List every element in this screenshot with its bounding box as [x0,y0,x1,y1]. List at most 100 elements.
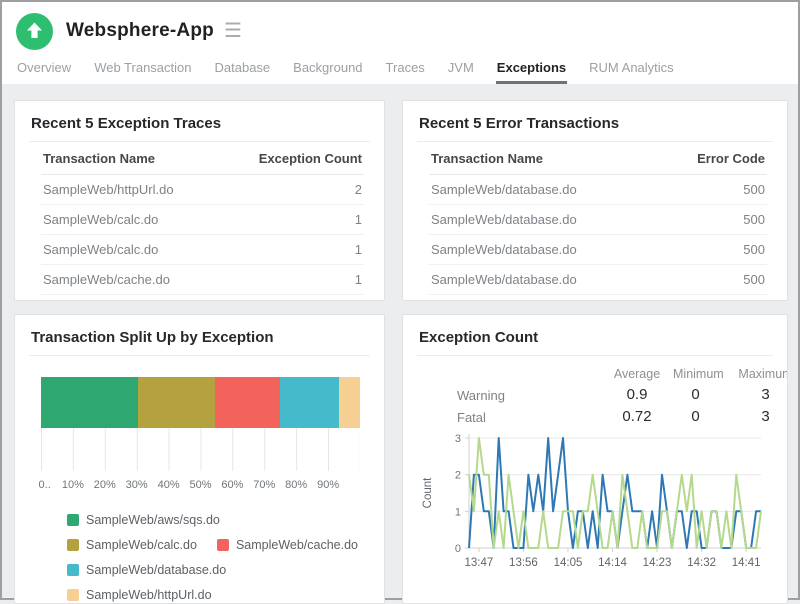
transaction-name[interactable]: SampleWeb/database.do [429,235,657,265]
transaction-name[interactable]: SampleWeb/database.do [41,295,229,302]
app-header: Websphere-App ☰ Overview Web Transaction D… [2,2,798,84]
exception-count-stats: AverageMinimumMaximumWarning0.903Fatal0.… [441,360,788,428]
panel-transaction-split-up: Transaction Split Up by Exception 0..10%… [14,314,385,604]
exception-trace-row[interactable]: SampleWeb/cache.do1 [41,265,364,295]
x-tick-label: 30% [126,479,148,491]
tab-rum-analytics[interactable]: RUM Analytics [588,57,675,84]
column-header: Transaction Name [429,142,657,175]
x-tick-label: 80% [285,479,307,491]
bar-segment[interactable] [41,377,138,428]
value-cell: 1 [229,235,364,265]
x-tick-label: 14:23 [643,557,672,569]
exception-trace-row[interactable]: SampleWeb/httpUrl.do2 [41,175,364,205]
legend-swatch-icon [67,589,79,601]
stacked-bar-legend: SampleWeb/aws/sqs.do SampleWeb/calc.do Sam… [67,513,362,602]
transaction-name[interactable]: SampleWeb/calc.do [41,205,229,235]
x-tick-label: 13:56 [509,557,538,569]
value-cell: 500 [657,175,767,205]
bar-segment[interactable] [339,377,360,428]
x-tick-label: 50% [189,479,211,491]
legend-swatch-icon [67,539,79,551]
transaction-name[interactable]: SampleWeb/database.do [429,295,657,302]
stats-column-header: Maximum [718,360,788,384]
x-tick-label: 70% [253,479,275,491]
stats-corner [441,360,601,384]
legend-item[interactable]: SampleWeb/aws/sqs.do [67,513,220,527]
y-tick-label: 3 [455,433,461,445]
dashboard-grid: Recent 5 Exception Traces Transaction Na… [2,84,798,604]
tab-exceptions[interactable]: Exceptions [496,57,567,84]
stats-value: 0.9 [601,384,673,406]
x-tick-label: 10% [62,479,84,491]
y-axis-label: Count [422,477,434,508]
x-tick-label: 90% [317,479,339,491]
error-transactions-table: Transaction NameError CodeSampleWeb/data… [429,142,767,301]
legend-label: SampleWeb/database.do [86,563,226,577]
transaction-name[interactable]: SampleWeb/database.do [429,265,657,295]
legend-item[interactable]: SampleWeb/cache.do [217,538,358,552]
stats-value: 3 [718,406,788,428]
legend-label: SampleWeb/cache.do [236,538,358,552]
error-transaction-row[interactable]: SampleWeb/database.do500 [429,265,767,295]
panel-title: Recent 5 Error Transactions [417,114,773,142]
tab-database[interactable]: Database [214,57,272,84]
legend-item[interactable]: SampleWeb/database.do [67,563,226,577]
stacked-bar-plot [41,377,360,471]
stats-value: 0.72 [601,406,673,428]
x-tick-label: 60% [221,479,243,491]
tab-jvm[interactable]: JVM [447,57,475,84]
tab-background[interactable]: Background [292,57,363,84]
error-transaction-row[interactable]: SampleWeb/database.do500 [429,295,767,302]
value-cell: 2 [229,175,364,205]
panel-recent-exception-traces: Recent 5 Exception Traces Transaction Na… [14,100,385,301]
legend-label: SampleWeb/calc.do [86,538,197,552]
transaction-name[interactable]: SampleWeb/httpUrl.do [41,175,229,205]
arrow-up-icon [16,13,53,50]
value-cell: 500 [657,265,767,295]
legend-swatch-icon [217,539,229,551]
tab-web-transaction[interactable]: Web Transaction [93,57,192,84]
legend-item[interactable]: SampleWeb/calc.do [67,538,197,552]
stats-value: 0 [673,406,718,428]
transaction-name[interactable]: SampleWeb/calc.do [41,235,229,265]
bar-segment[interactable] [280,377,339,428]
value-cell: 1 [229,295,364,302]
transaction-name[interactable]: SampleWeb/cache.do [41,265,229,295]
y-tick-label: 0 [455,543,461,555]
exception-trace-row[interactable]: SampleWeb/database.do1 [41,295,364,302]
exception-traces-table: Transaction NameException CountSampleWeb… [41,142,364,301]
error-transaction-row[interactable]: SampleWeb/database.do500 [429,205,767,235]
legend-swatch-icon [67,514,79,526]
exception-trace-row[interactable]: SampleWeb/calc.do1 [41,205,364,235]
column-header: Transaction Name [41,142,229,175]
app-status-up-icon [16,13,53,50]
tab-traces[interactable]: Traces [385,57,426,84]
stats-value: 3 [718,384,788,406]
column-header: Error Code [657,142,767,175]
error-transaction-row[interactable]: SampleWeb/database.do500 [429,235,767,265]
hamburger-menu-icon[interactable]: ☰ [224,21,242,41]
legend-swatch-icon [67,564,79,576]
x-tick-label: 0.. [39,479,51,491]
tab-overview[interactable]: Overview [16,57,72,84]
bar-segment[interactable] [215,377,280,428]
bar-segment[interactable] [138,377,215,428]
stats-row-label: Fatal [441,406,601,428]
panel-title: Recent 5 Exception Traces [29,114,370,142]
panel-exception-count: Exception Count AverageMinimumMaximumWar… [402,314,788,604]
x-tick-label: 14:14 [598,557,627,569]
transaction-name[interactable]: SampleWeb/database.do [429,205,657,235]
stats-row-label: Warning [441,384,601,406]
y-tick-label: 2 [455,470,461,482]
transaction-name[interactable]: SampleWeb/database.do [429,175,657,205]
value-cell: 1 [229,205,364,235]
app-title: Websphere-App [66,20,214,42]
panel-recent-error-transactions: Recent 5 Error Transactions Transaction … [402,100,788,301]
x-tick-label: 20% [94,479,116,491]
value-cell: 500 [657,235,767,265]
stats-value: 0 [673,384,718,406]
error-transaction-row[interactable]: SampleWeb/database.do500 [429,175,767,205]
exception-trace-row[interactable]: SampleWeb/calc.do1 [41,235,364,265]
x-tick-label: 13:47 [465,557,494,569]
line-chart-svg: 012313:4713:5614:0514:1414:2314:3214:41C… [417,430,773,604]
